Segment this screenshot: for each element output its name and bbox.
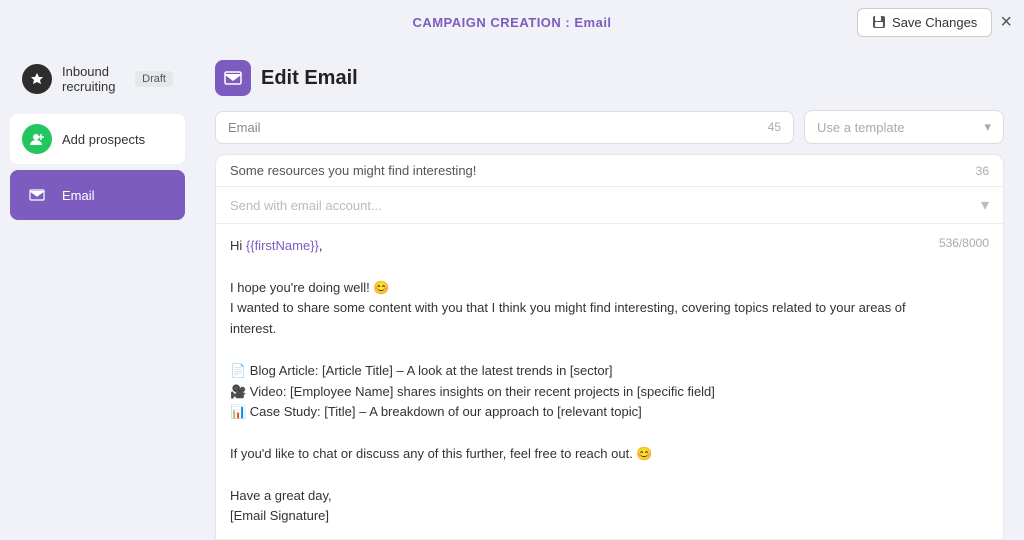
editor-account-row[interactable]: Send with email account... ▾	[216, 187, 1003, 224]
top-bar-actions: Save Changes ×	[857, 8, 1012, 37]
inbound-icon	[22, 64, 52, 94]
add-prospects-icon	[22, 124, 52, 154]
firstname-variable: {{firstName}}	[246, 238, 319, 253]
save-icon	[872, 15, 886, 29]
save-button[interactable]: Save Changes	[857, 8, 992, 37]
email-field-count: 45	[768, 120, 781, 134]
template-chevron-icon: ▾	[984, 119, 991, 135]
email-field-box[interactable]: Email 45	[215, 111, 794, 144]
email-field-label: Email	[228, 120, 261, 135]
editor-subject-text: Some resources you might find interestin…	[230, 163, 476, 178]
top-bar: CAMPAIGN CREATION : Email Save Changes ×	[0, 0, 1024, 44]
sidebar-item-email[interactable]: Email	[10, 170, 185, 220]
editor-subject-bar: Some resources you might find interestin…	[216, 155, 1003, 187]
body-text: Hi {{firstName}}, I hope you're doing we…	[230, 236, 989, 527]
campaign-title-link: Email	[574, 15, 611, 30]
editor-account-placeholder: Send with email account...	[230, 198, 382, 213]
close-button[interactable]: ×	[1000, 12, 1012, 32]
editor-container: Some resources you might find interestin…	[215, 154, 1004, 540]
edit-email-icon	[215, 60, 251, 96]
sidebar: Inbound recruiting Draft Add prospects E…	[0, 44, 195, 540]
editor-body[interactable]: 536/8000 Hi {{firstName}}, I hope you're…	[216, 224, 1003, 539]
template-placeholder: Use a template	[817, 120, 904, 135]
editor-subject-count: 36	[976, 164, 989, 178]
campaign-title: CAMPAIGN CREATION : Email	[412, 15, 611, 30]
email-icon	[22, 180, 52, 210]
sidebar-item-add-prospects[interactable]: Add prospects	[10, 114, 185, 164]
draft-badge: Draft	[135, 71, 173, 87]
main-content: Edit Email Email 45 Use a template ▾ Som…	[195, 44, 1024, 540]
edit-email-title: Edit Email	[261, 67, 358, 90]
account-chevron-icon: ▾	[981, 195, 989, 215]
char-count: 536/8000	[939, 234, 989, 253]
email-row: Email 45 Use a template ▾	[215, 110, 1004, 144]
sidebar-item-inbound[interactable]: Inbound recruiting Draft	[10, 54, 185, 104]
template-select[interactable]: Use a template ▾	[804, 110, 1004, 144]
edit-email-header: Edit Email	[215, 60, 1004, 96]
